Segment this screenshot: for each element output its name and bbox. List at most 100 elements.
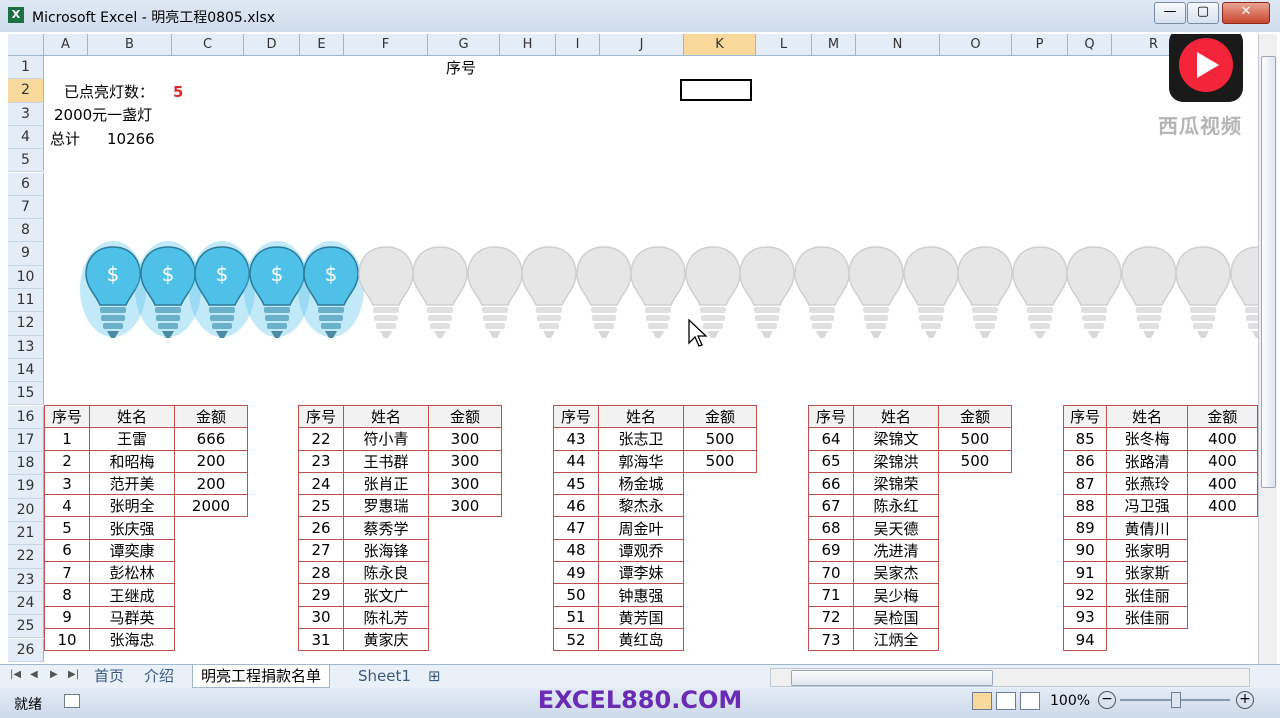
table-header-cell[interactable]: 姓名 — [598, 404, 684, 429]
amount-cell[interactable]: 300 — [428, 427, 502, 451]
row-header-1[interactable]: 1 — [8, 56, 44, 80]
name-cell[interactable]: 梁锦荣 — [853, 471, 939, 496]
amount-cell[interactable] — [175, 539, 248, 561]
column-header-n[interactable]: N — [856, 34, 940, 56]
name-cell[interactable]: 梁锦文 — [853, 427, 939, 451]
amount-cell[interactable]: 300 — [428, 471, 502, 496]
name-cell[interactable]: 谭李妹 — [598, 561, 684, 585]
name-cell[interactable]: 王继成 — [89, 583, 175, 607]
serial-cell[interactable]: 31 — [298, 627, 344, 652]
column-header-b[interactable]: B — [88, 34, 172, 56]
name-cell[interactable]: 吴天德 — [853, 516, 939, 540]
serial-cell[interactable]: 91 — [1062, 561, 1108, 585]
row-header-12[interactable]: 12 — [8, 312, 44, 336]
serial-cell[interactable]: 93 — [1062, 605, 1108, 629]
name-cell[interactable]: 黄倩川 — [1106, 516, 1188, 540]
amount-cell[interactable]: 400 — [1186, 494, 1258, 518]
name-cell[interactable]: 陈永良 — [343, 561, 429, 585]
serial-cell[interactable]: 2 — [44, 449, 90, 473]
amount-cell[interactable] — [939, 628, 1012, 650]
row-header-10[interactable]: 10 — [8, 265, 44, 289]
table-header-cell[interactable]: 金额 — [1186, 404, 1258, 429]
serial-cell[interactable]: 51 — [553, 605, 599, 629]
row-header-9[interactable]: 9 — [8, 242, 44, 266]
serial-cell[interactable]: 27 — [298, 538, 344, 563]
row-header-21[interactable]: 21 — [8, 522, 44, 546]
name-cell[interactable]: 和昭梅 — [89, 449, 175, 473]
close-button[interactable]: ✕ — [1222, 2, 1270, 24]
amount-cell[interactable] — [939, 495, 1012, 517]
amount-cell[interactable] — [429, 584, 502, 606]
row-header-8[interactable]: 8 — [8, 219, 44, 243]
name-cell[interactable]: 彭松林 — [89, 561, 175, 585]
name-cell[interactable]: 黎杰永 — [598, 494, 684, 518]
serial-cell[interactable]: 48 — [553, 538, 599, 563]
cell-a3[interactable]: 2000元一盏灯 — [54, 104, 152, 127]
amount-cell[interactable] — [175, 562, 248, 584]
row-header-4[interactable]: 4 — [8, 125, 44, 150]
table-header-cell[interactable]: 姓名 — [343, 404, 429, 429]
table-header-cell[interactable]: 序号 — [808, 404, 854, 429]
column-header-i[interactable]: I — [556, 34, 600, 56]
serial-cell[interactable]: 28 — [298, 561, 344, 585]
row-header-7[interactable]: 7 — [8, 195, 44, 220]
table-header-cell[interactable]: 姓名 — [89, 404, 175, 429]
row-header-19[interactable]: 19 — [8, 475, 44, 499]
amount-cell[interactable] — [429, 562, 502, 584]
amount-cell[interactable] — [1187, 628, 1257, 650]
serial-cell[interactable]: 10 — [44, 627, 90, 652]
amount-cell[interactable]: 500 — [938, 427, 1012, 451]
serial-cell[interactable]: 23 — [298, 449, 344, 473]
row-header-17[interactable]: 17 — [8, 428, 44, 453]
zoom-slider-thumb[interactable] — [1171, 692, 1181, 708]
name-cell[interactable]: 吴检国 — [853, 605, 939, 629]
name-cell[interactable] — [1107, 628, 1187, 650]
table-header-cell[interactable]: 序号 — [553, 404, 599, 429]
amount-cell[interactable] — [684, 606, 757, 628]
page-layout-icon[interactable] — [996, 692, 1016, 710]
serial-cell[interactable]: 71 — [808, 583, 854, 607]
amount-cell[interactable] — [684, 562, 757, 584]
amount-cell[interactable] — [939, 539, 1012, 561]
column-header-l[interactable]: L — [756, 34, 812, 56]
serial-cell[interactable]: 70 — [808, 561, 854, 585]
amount-cell[interactable] — [684, 628, 757, 650]
table-header-cell[interactable]: 序号 — [44, 404, 90, 429]
first-sheet-icon[interactable]: |◀ — [10, 669, 21, 680]
tab-intro[interactable]: 介绍 — [136, 665, 182, 687]
name-cell[interactable]: 张家斯 — [1106, 561, 1188, 585]
amount-cell[interactable] — [429, 539, 502, 561]
serial-cell[interactable]: 52 — [553, 627, 599, 652]
amount-cell[interactable] — [175, 606, 248, 628]
amount-cell[interactable] — [684, 472, 757, 494]
amount-cell[interactable] — [684, 584, 757, 606]
amount-cell[interactable]: 400 — [1186, 449, 1258, 473]
amount-cell[interactable]: 200 — [174, 471, 248, 496]
name-cell[interactable]: 蔡秀学 — [343, 516, 429, 540]
amount-cell[interactable] — [175, 584, 248, 606]
table-header-cell[interactable]: 金额 — [428, 404, 502, 429]
column-header-p[interactable]: P — [1012, 34, 1068, 56]
amount-cell[interactable]: 300 — [428, 449, 502, 473]
row-header-18[interactable]: 18 — [8, 452, 44, 476]
amount-cell[interactable] — [1187, 517, 1257, 539]
name-cell[interactable]: 张佳丽 — [1106, 583, 1188, 607]
cell-g1[interactable]: 序号 — [446, 57, 476, 80]
name-cell[interactable]: 张家明 — [1106, 538, 1188, 563]
column-header-a[interactable]: A — [44, 34, 88, 56]
name-cell[interactable]: 黄红岛 — [598, 627, 684, 652]
serial-cell[interactable]: 72 — [808, 605, 854, 629]
serial-cell[interactable]: 5 — [44, 516, 90, 540]
serial-cell[interactable]: 68 — [808, 516, 854, 540]
serial-cell[interactable]: 86 — [1062, 449, 1108, 473]
amount-cell[interactable] — [175, 517, 248, 539]
amount-cell[interactable] — [1187, 562, 1257, 584]
row-header-26[interactable]: 26 — [8, 638, 44, 662]
column-header-d[interactable]: D — [244, 34, 300, 56]
column-header-o[interactable]: O — [940, 34, 1012, 56]
table-header-cell[interactable]: 序号 — [298, 404, 344, 429]
name-cell[interactable]: 冯卫强 — [1106, 494, 1188, 518]
amount-cell[interactable] — [939, 562, 1012, 584]
serial-cell[interactable]: 47 — [553, 516, 599, 540]
next-sheet-icon[interactable]: ▶ — [50, 669, 58, 680]
